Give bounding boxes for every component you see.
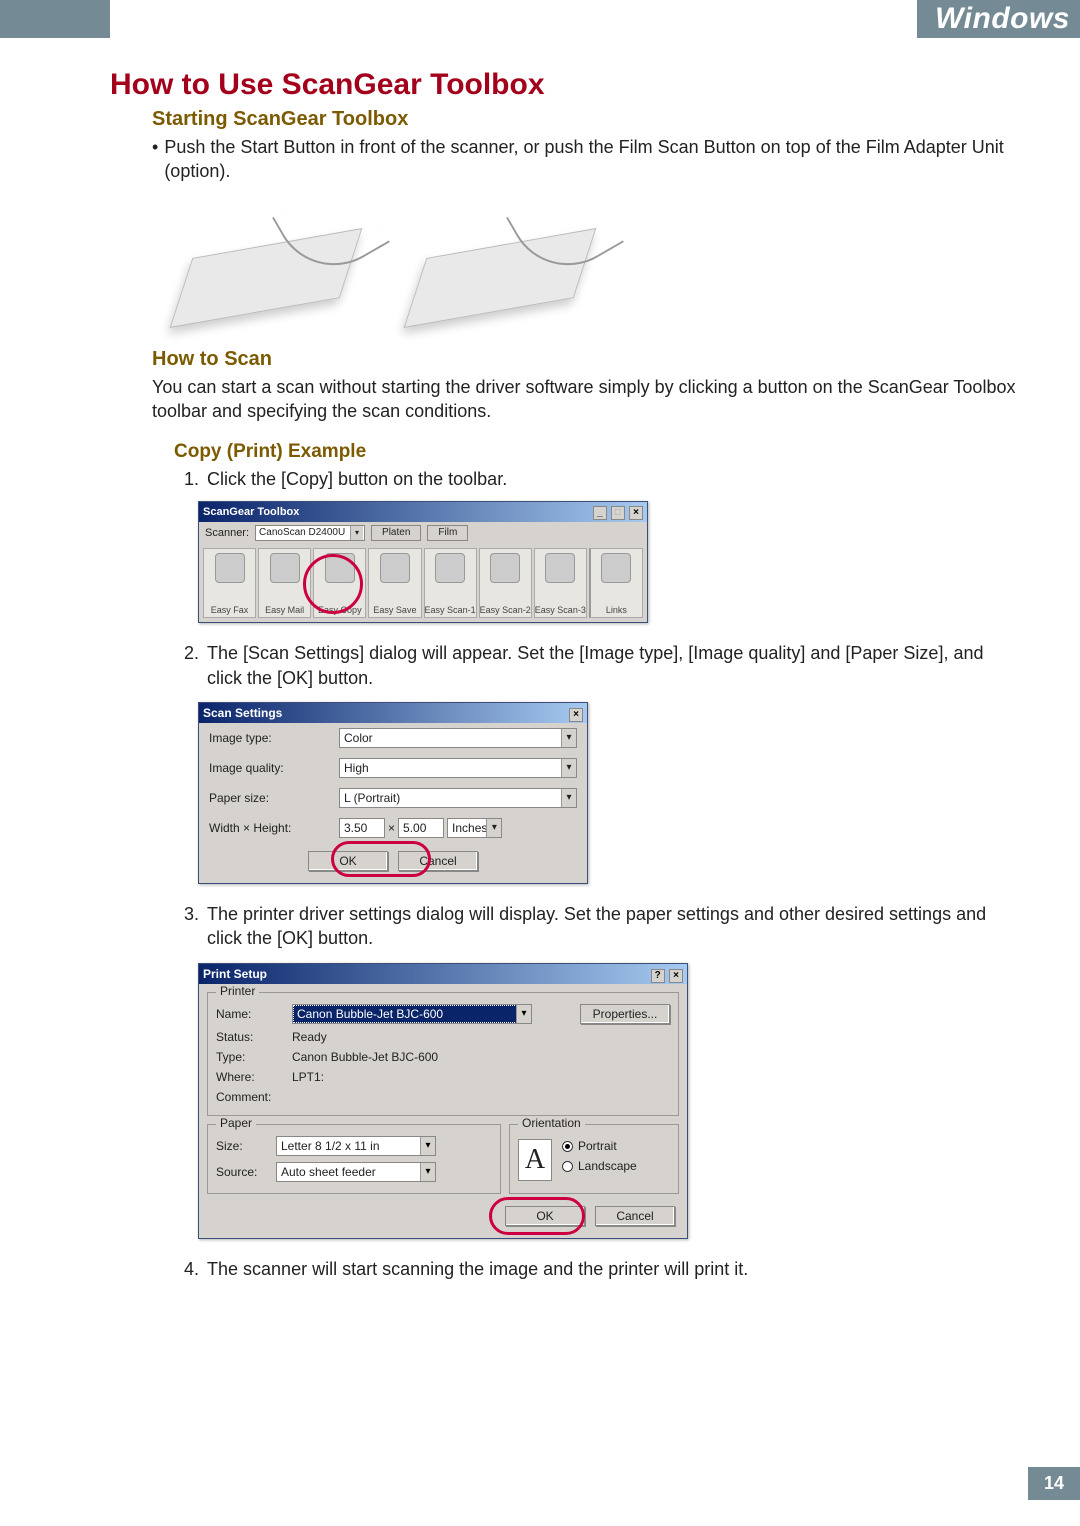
os-label: Windows <box>917 0 1080 38</box>
btn-label: Easy Copy <box>318 605 362 615</box>
step-number: 3. <box>184 902 199 951</box>
close-icon[interactable]: × <box>629 506 643 520</box>
btn-label: Easy Mail <box>265 605 304 615</box>
scan-settings-dialog: Scan Settings × Image type: Color Image … <box>198 702 588 884</box>
printer-group-title: Printer <box>216 984 259 998</box>
ok-button[interactable]: OK <box>308 851 388 871</box>
minimize-icon[interactable]: _ <box>593 506 607 520</box>
easy-save-button[interactable]: Easy Save <box>368 548 421 618</box>
links-icon <box>601 553 631 583</box>
image-quality-dropdown[interactable]: High <box>339 758 577 778</box>
radio-icon <box>562 1161 573 1172</box>
close-icon[interactable]: × <box>569 708 583 722</box>
scanner-label: Scanner: <box>205 527 249 539</box>
scan-icon <box>435 553 465 583</box>
ok-button[interactable]: OK <box>505 1206 585 1226</box>
toolbox-title: ScanGear Toolbox <box>203 502 299 522</box>
header-accent-block <box>0 0 110 38</box>
paper-size-dropdown[interactable]: L (Portrait) <box>339 788 577 808</box>
source-label: Source: <box>216 1165 268 1179</box>
orientation-preview-icon: A <box>518 1139 552 1181</box>
btn-label: Easy Scan-1 <box>425 605 476 615</box>
paper-size-dropdown[interactable]: Letter 8 1/2 x 11 in <box>276 1136 436 1156</box>
btn-label: Links <box>606 605 627 615</box>
platen-button[interactable]: Platen <box>371 525 421 541</box>
times-symbol: × <box>388 821 395 835</box>
easy-copy-button[interactable]: Easy Copy <box>313 548 366 618</box>
paper-source-dropdown[interactable]: Auto sheet feeder <box>276 1162 436 1182</box>
paper-size-label: Paper size: <box>209 791 329 805</box>
starting-bullet-text: Push the Start Button in front of the sc… <box>164 135 1020 184</box>
save-icon <box>380 553 410 583</box>
printer-name-dropdown[interactable]: Canon Bubble-Jet BJC-600 <box>292 1004 532 1024</box>
image-type-label: Image type: <box>209 731 329 745</box>
step-number: 4. <box>184 1257 199 1281</box>
mail-icon <box>270 553 300 583</box>
comment-label: Comment: <box>216 1090 284 1104</box>
easy-mail-button[interactable]: Easy Mail <box>258 548 311 618</box>
maximize-icon[interactable]: □ <box>611 506 625 520</box>
how-to-scan-text: You can start a scan without starting th… <box>152 375 1020 424</box>
step-3-text: The printer driver settings dialog will … <box>207 902 1020 951</box>
close-icon[interactable]: × <box>669 969 683 983</box>
copy-icon <box>325 553 355 583</box>
scangear-toolbox-window: ScanGear Toolbox _ □ × Scanner: CanoScan… <box>198 501 648 623</box>
step-number: 2. <box>184 641 199 690</box>
height-input[interactable]: 5.00 <box>398 818 444 838</box>
scanner-dropdown[interactable]: CanoScan D2400U <box>255 525 365 541</box>
section-title: How to Use ScanGear Toolbox <box>110 68 1020 102</box>
page-number: 14 <box>1028 1467 1080 1500</box>
links-button[interactable]: Links <box>589 548 643 618</box>
btn-label: Easy Scan-2 <box>480 605 531 615</box>
scan-icon <box>545 553 575 583</box>
easy-scan3-button[interactable]: Easy Scan-3 <box>534 548 587 618</box>
cancel-button[interactable]: Cancel <box>595 1206 675 1226</box>
scanner-illustration-top <box>400 198 600 328</box>
bullet-dot: • <box>152 135 158 184</box>
type-label: Type: <box>216 1050 284 1064</box>
step-1-text: Click the [Copy] button on the toolbar. <box>207 467 507 491</box>
fax-icon <box>215 553 245 583</box>
where-label: Where: <box>216 1070 284 1084</box>
cancel-button[interactable]: Cancel <box>398 851 478 871</box>
help-icon[interactable]: ? <box>651 969 665 983</box>
starting-heading: Starting ScanGear Toolbox <box>152 108 1020 131</box>
scan-icon <box>490 553 520 583</box>
status-label: Status: <box>216 1030 284 1044</box>
radio-icon <box>562 1141 573 1152</box>
print-setup-title: Print Setup <box>203 964 267 984</box>
type-value: Canon Bubble-Jet BJC-600 <box>292 1050 670 1064</box>
paper-group-title: Paper <box>216 1116 256 1130</box>
image-quality-label: Image quality: <box>209 761 329 775</box>
how-to-scan-heading: How to Scan <box>152 348 1020 371</box>
where-value: LPT1: <box>292 1070 670 1084</box>
step-4-text: The scanner will start scanning the imag… <box>207 1257 748 1281</box>
easy-fax-button[interactable]: Easy Fax <box>203 548 256 618</box>
btn-label: Easy Scan-3 <box>535 605 586 615</box>
name-label: Name: <box>216 1007 284 1021</box>
size-label: Size: <box>216 1139 268 1153</box>
properties-button[interactable]: Properties... <box>580 1004 670 1024</box>
scanner-illustration-front <box>166 198 366 328</box>
status-value: Ready <box>292 1030 670 1044</box>
scan-settings-title: Scan Settings <box>203 703 282 723</box>
step-number: 1. <box>184 467 199 491</box>
easy-scan1-button[interactable]: Easy Scan-1 <box>424 548 477 618</box>
width-height-label: Width × Height: <box>209 821 329 835</box>
width-input[interactable]: 3.50 <box>339 818 385 838</box>
easy-scan2-button[interactable]: Easy Scan-2 <box>479 548 532 618</box>
btn-label: Easy Save <box>373 605 416 615</box>
orientation-group-title: Orientation <box>518 1116 585 1130</box>
print-setup-dialog: Print Setup ? × Printer Name: Canon Bubb… <box>198 963 688 1239</box>
film-button[interactable]: Film <box>427 525 468 541</box>
landscape-label: Landscape <box>578 1159 637 1173</box>
image-type-dropdown[interactable]: Color <box>339 728 577 748</box>
unit-dropdown[interactable]: Inches <box>447 818 502 838</box>
portrait-label: Portrait <box>578 1139 617 1153</box>
btn-label: Easy Fax <box>211 605 249 615</box>
copy-example-heading: Copy (Print) Example <box>174 441 1020 463</box>
step-2-text: The [Scan Settings] dialog will appear. … <box>207 641 1020 690</box>
